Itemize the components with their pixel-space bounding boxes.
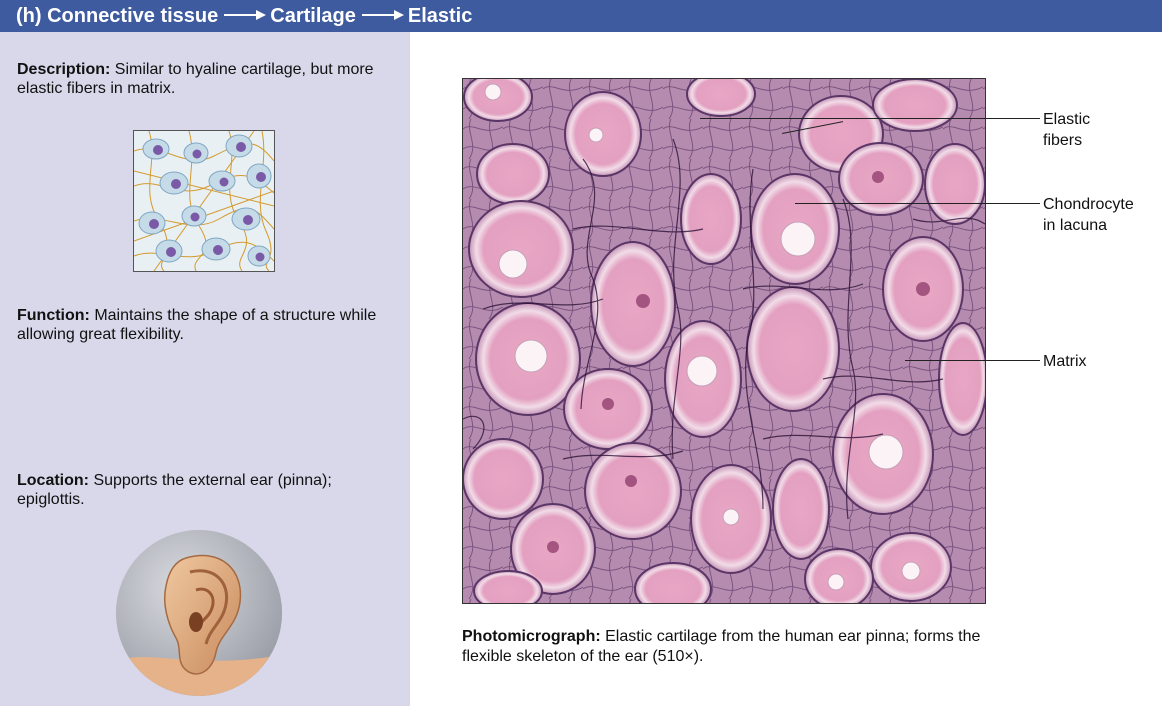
label-elastic-fibers-line2: fibers bbox=[1043, 132, 1083, 149]
title-tissue: (h) Connective tissue bbox=[16, 4, 219, 27]
description-label: Description: bbox=[17, 61, 111, 78]
title-bar: (h) Connective tissue Cartilage Elastic bbox=[0, 0, 1162, 32]
label-elastic-fibers-line1: Elastic bbox=[1043, 111, 1091, 128]
title-cartilage: Cartilage bbox=[270, 4, 356, 27]
function-label: Function: bbox=[17, 307, 90, 324]
leader-chondrocyte bbox=[795, 203, 1040, 204]
arrow-icon bbox=[360, 5, 404, 28]
caption-label: Photomicrograph: bbox=[462, 628, 601, 645]
label-elastic-fibers: Elastic fibers bbox=[1043, 109, 1090, 151]
location-block: Location: Supports the external ear (pin… bbox=[17, 471, 337, 509]
photomicrograph-caption: Photomicrograph: Elastic cartilage from … bbox=[462, 627, 1022, 667]
label-chondrocyte-line2: in lacuna bbox=[1043, 217, 1108, 234]
function-block: Function: Maintains the shape of a struc… bbox=[17, 306, 397, 344]
photomicrograph bbox=[462, 78, 986, 604]
leader-matrix bbox=[905, 360, 1040, 361]
title-elastic: Elastic bbox=[407, 4, 473, 27]
label-chondrocyte: Chondrocyte in lacuna bbox=[1043, 194, 1134, 236]
ear-illustration bbox=[116, 530, 282, 696]
leader-elastic-fibers bbox=[700, 118, 1040, 119]
elastic-cartilage-illustration bbox=[133, 130, 275, 272]
location-label: Location: bbox=[17, 472, 89, 489]
description-block: Description: Similar to hyaline cartilag… bbox=[17, 60, 397, 98]
label-chondrocyte-line1: Chondrocyte bbox=[1043, 196, 1134, 213]
label-matrix: Matrix bbox=[1043, 353, 1087, 370]
arrow-icon bbox=[222, 5, 267, 28]
